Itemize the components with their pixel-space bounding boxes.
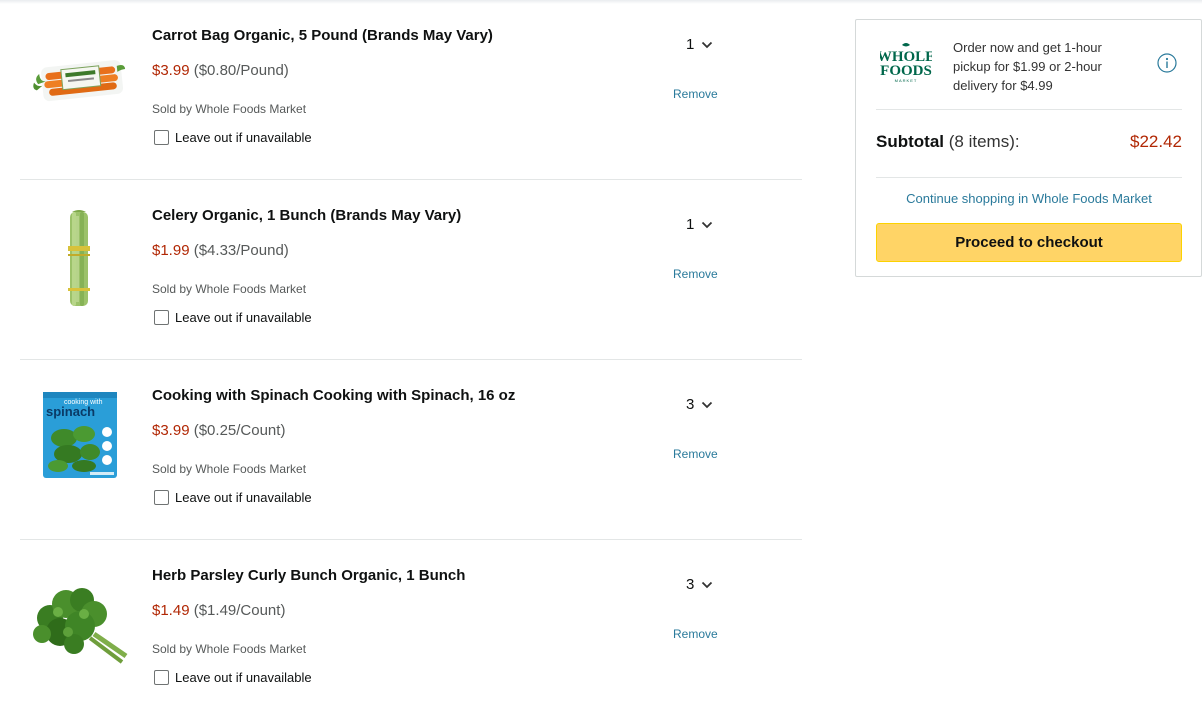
whole-foods-logo: WHOLE FOODS MARKET xyxy=(880,43,932,83)
leave-out-label: Leave out if unavailable xyxy=(175,670,312,685)
item-price: $3.99 ($0.80/Pound) xyxy=(152,62,289,79)
leave-out-label: Leave out if unavailable xyxy=(175,310,312,325)
leave-out-option[interactable]: Leave out if unavailable xyxy=(154,310,312,325)
cart-item: Herb Parsley Curly Bunch Organic, 1 Bunc… xyxy=(20,540,802,719)
carrot-bag-image[interactable] xyxy=(28,30,128,130)
chevron-down-icon xyxy=(702,221,713,228)
promo-text: Order now and get 1-hour pickup for $1.9… xyxy=(953,40,1102,93)
seller-text: Sold by Whole Foods Market xyxy=(152,642,307,656)
logo-line-market: MARKET xyxy=(895,78,918,83)
leave-out-option[interactable]: Leave out if unavailable xyxy=(154,670,312,685)
item-price: $1.49 ($1.49/Count) xyxy=(152,602,285,619)
quantity-dropdown[interactable]: 3 xyxy=(686,576,713,593)
chevron-down-icon xyxy=(702,581,713,588)
info-icon[interactable] xyxy=(1157,53,1177,73)
whole-foods-promo: WHOLE FOODS MARKET Order now and get 1-h… xyxy=(876,36,1182,110)
remove-link[interactable]: Remove xyxy=(673,87,718,101)
quantity-value: 1 xyxy=(686,36,695,53)
leave-out-checkbox[interactable] xyxy=(154,130,169,145)
divider xyxy=(876,177,1182,178)
leave-out-label: Leave out if unavailable xyxy=(175,490,312,505)
celery-image[interactable] xyxy=(28,210,128,310)
continue-shopping-link[interactable]: Continue shopping in Whole Foods Market xyxy=(876,191,1182,206)
item-price: $1.99 ($4.33/Pound) xyxy=(152,242,289,259)
quantity-dropdown[interactable]: 3 xyxy=(686,396,713,413)
price-amount: $1.99 xyxy=(152,242,190,259)
item-title[interactable]: Carrot Bag Organic, 5 Pound (Brands May … xyxy=(152,27,493,44)
quantity-dropdown[interactable]: 1 xyxy=(686,216,713,233)
cart-item: Celery Organic, 1 Bunch (Brands May Vary… xyxy=(20,180,802,360)
unit-price: ($4.33/Pound) xyxy=(193,242,289,259)
cart-item: Carrot Bag Organic, 5 Pound (Brands May … xyxy=(20,0,802,180)
item-count: (8 items): xyxy=(948,132,1020,151)
unit-price: ($0.25/Count) xyxy=(193,422,286,439)
leave-out-option[interactable]: Leave out if unavailable xyxy=(154,490,312,505)
chevron-down-icon xyxy=(702,401,713,408)
item-price: $3.99 ($0.25/Count) xyxy=(152,422,285,439)
remove-link[interactable]: Remove xyxy=(673,627,718,641)
leave-out-checkbox[interactable] xyxy=(154,490,169,505)
parsley-image[interactable] xyxy=(28,570,128,670)
item-title[interactable]: Celery Organic, 1 Bunch (Brands May Vary… xyxy=(152,207,461,224)
remove-link[interactable]: Remove xyxy=(673,267,718,281)
quantity-value: 3 xyxy=(686,576,695,593)
price-amount: $3.99 xyxy=(152,62,190,79)
order-summary-box: WHOLE FOODS MARKET Order now and get 1-h… xyxy=(855,19,1202,277)
chevron-down-icon xyxy=(702,41,713,48)
cart-items-list: Carrot Bag Organic, 5 Pound (Brands May … xyxy=(20,0,802,719)
seller-text: Sold by Whole Foods Market xyxy=(152,462,307,476)
subtotal-label: Subtotal xyxy=(876,132,944,151)
seller-text: Sold by Whole Foods Market xyxy=(152,282,307,296)
price-amount: $3.99 xyxy=(152,422,190,439)
item-title[interactable]: Cooking with Spinach Cooking with Spinac… xyxy=(152,387,515,404)
leave-out-label: Leave out if unavailable xyxy=(175,130,312,145)
quantity-value: 1 xyxy=(686,216,695,233)
proceed-to-checkout-button[interactable]: Proceed to checkout xyxy=(876,223,1182,262)
quantity-dropdown[interactable]: 1 xyxy=(686,36,713,53)
subtotal-amount: $22.42 xyxy=(1130,132,1182,151)
unit-price: ($0.80/Pound) xyxy=(193,62,289,79)
logo-line-foods: FOODS xyxy=(880,63,932,79)
quantity-value: 3 xyxy=(686,396,695,413)
seller-text: Sold by Whole Foods Market xyxy=(152,102,307,116)
remove-link[interactable]: Remove xyxy=(673,447,718,461)
leave-out-option[interactable]: Leave out if unavailable xyxy=(154,130,312,145)
unit-price: ($1.49/Count) xyxy=(193,602,286,619)
item-title[interactable]: Herb Parsley Curly Bunch Organic, 1 Bunc… xyxy=(152,567,465,584)
subtotal-row: Subtotal (8 items): $22.42 xyxy=(876,132,1182,152)
spinach-bag-image[interactable]: cooking with spinach xyxy=(28,390,128,490)
bag-text-main: spinach xyxy=(46,404,95,419)
price-amount: $1.49 xyxy=(152,602,190,619)
cart-item: cooking with spinach Cooking with Spinac… xyxy=(20,360,802,540)
leave-out-checkbox[interactable] xyxy=(154,310,169,325)
leave-out-checkbox[interactable] xyxy=(154,670,169,685)
